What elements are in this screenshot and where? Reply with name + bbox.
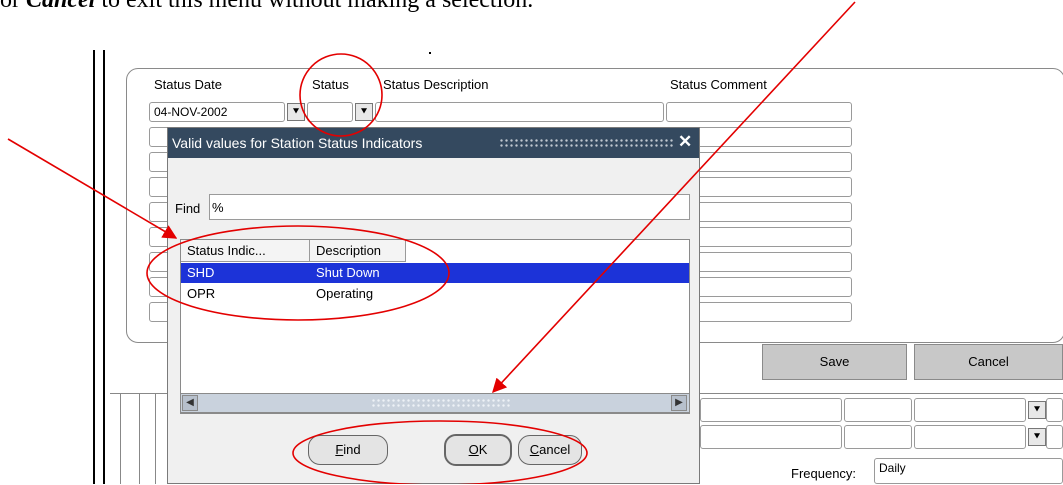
annotation-arrow-left [7,138,178,239]
annotation-arrow-right [492,1,856,394]
annotation-circle-list [146,225,450,321]
annotation-overlay [7,1,856,484]
annotation-circle-status [299,53,383,137]
annotation-circle-buttons [292,420,588,484]
